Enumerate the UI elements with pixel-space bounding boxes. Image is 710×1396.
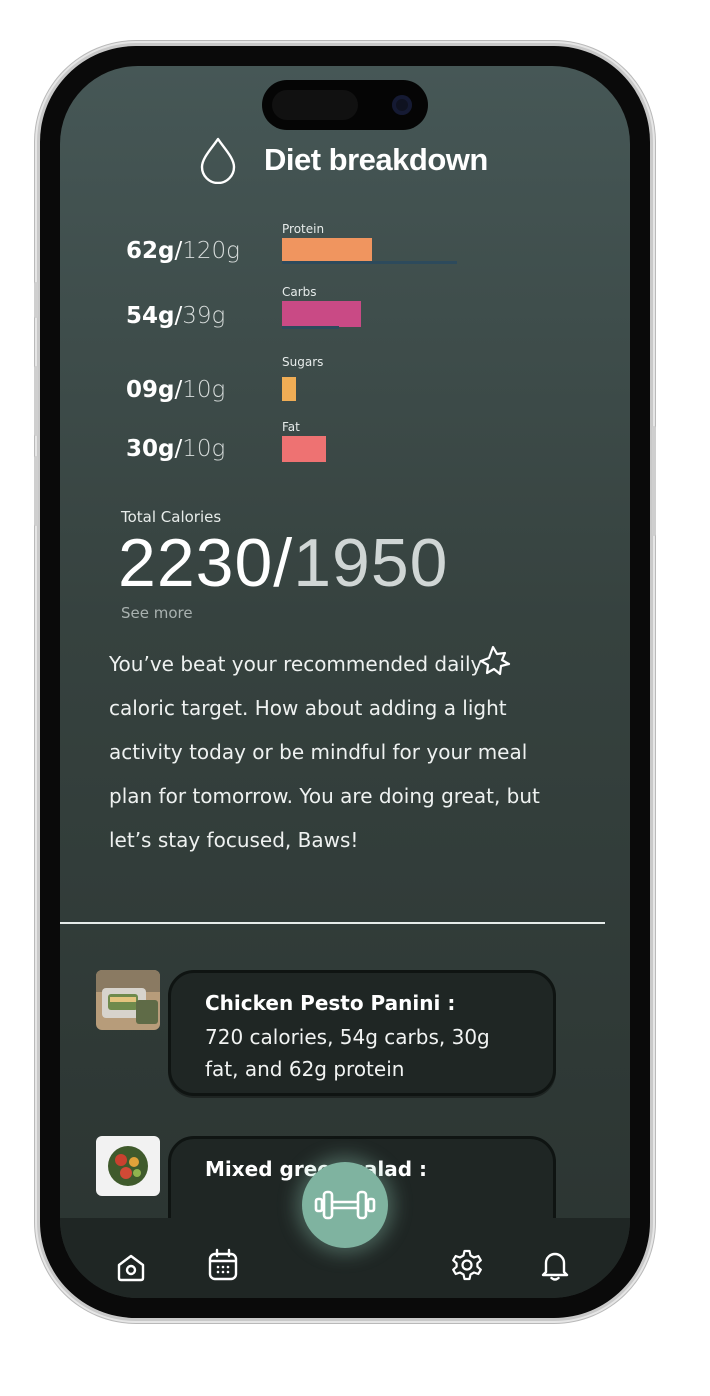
sugars-amount: 09g/10g [126,377,226,403]
phone-frame: Diet breakdown 62g/120g Protein 54g/39g … [34,46,656,1318]
star-badge-icon[interactable] [478,644,512,678]
fat-bar [282,436,326,462]
carbs-bar [282,301,361,327]
bell-icon[interactable] [538,1248,572,1282]
volume-up-button [34,366,38,436]
mute-switch [34,282,38,318]
power-button [652,426,656,536]
volume-down-button [34,456,38,526]
meal-description: 720 calories, 54g carbs, 30g fat, and 62… [205,1025,490,1081]
home-icon[interactable] [114,1250,148,1284]
nutrient-row-fat[interactable]: 30g/10g Fat [60,420,630,480]
protein-label: Protein [282,222,325,236]
page-title: Diet breakdown [264,142,488,177]
sugars-bar [282,377,296,401]
protein-amount: 62g/120g [126,238,240,264]
see-more-link[interactable]: See more [121,604,193,622]
dumbbell-icon [314,1190,376,1220]
protein-goal-track [282,261,457,264]
nutrient-row-protein[interactable]: 62g/120g Protein [60,222,630,282]
page-header: Diet breakdown [198,130,488,190]
carbs-goal-track [282,326,339,329]
total-calories-value: 2230/1950 [118,525,449,601]
workout-fab-button[interactable] [302,1162,388,1248]
meal-card[interactable]: Chicken Pesto Panini : 720 calories, 54g… [168,970,556,1096]
nutrient-row-sugars[interactable]: 09g/10g Sugars [60,355,630,415]
meal-photo-panini [96,970,160,1030]
water-drop-icon [200,137,236,184]
section-divider [60,922,605,924]
carbs-amount: 54g/39g [126,303,226,329]
sugars-label: Sugars [282,355,324,369]
carbs-label: Carbs [282,285,317,299]
settings-icon[interactable] [450,1248,484,1282]
camera-icon [392,95,412,115]
fat-amount: 30g/10g [126,436,226,462]
meal-photo-salad [96,1136,160,1196]
fat-label: Fat [282,420,300,434]
calendar-icon[interactable] [206,1248,240,1282]
nutrient-row-carbs[interactable]: 54g/39g Carbs [60,285,630,345]
meal-title: Chicken Pesto Panini : [205,991,456,1015]
app-screen: Diet breakdown 62g/120g Protein 54g/39g … [60,66,630,1298]
dynamic-island [262,80,428,130]
